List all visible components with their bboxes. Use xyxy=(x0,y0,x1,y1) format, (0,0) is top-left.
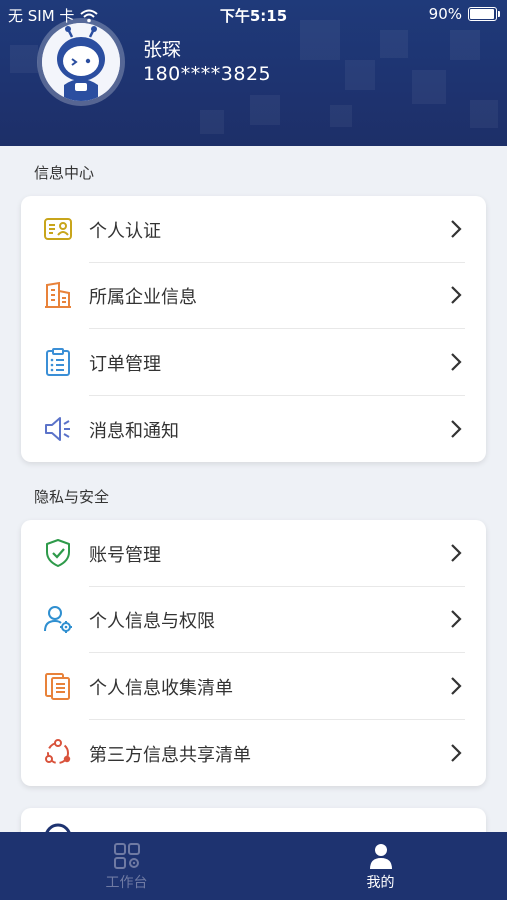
menu-item-personal-auth[interactable]: 个人认证 xyxy=(21,196,486,262)
menu-item-label: 个人信息收集清单 xyxy=(89,678,233,699)
menu-item-label: 所属企业信息 xyxy=(89,287,197,308)
chevron-right-icon xyxy=(451,744,462,762)
shield-check-icon xyxy=(46,539,70,567)
building-icon xyxy=(45,281,71,308)
profile-header: 无 SIM 卡 下午5:15 90% 张琛 180****3825 xyxy=(0,0,507,146)
user-settings-icon xyxy=(44,606,72,633)
battery-percent: 90% xyxy=(428,5,462,23)
id-card-icon xyxy=(44,218,72,240)
menu-item-label: 第三方信息共享清单 xyxy=(89,745,251,766)
menu-item-label: 账号管理 xyxy=(89,545,161,566)
menu-item-company-info[interactable]: 所属企业信息 xyxy=(21,262,486,328)
menu-item-info-collection-list[interactable]: 个人信息收集清单 xyxy=(21,653,486,719)
menu-item-messages-notifications[interactable]: 消息和通知 xyxy=(21,396,486,462)
section-title-info-center: 信息中心 xyxy=(34,164,95,182)
menu-item-account-management[interactable]: 账号管理 xyxy=(21,520,486,586)
menu-item-label: 消息和通知 xyxy=(89,421,179,442)
tab-mine[interactable]: 我的 xyxy=(254,832,507,900)
info-center-card: 个人认证 所属企业信息 订单管理 消息和通知 xyxy=(21,196,486,462)
share-network-icon xyxy=(45,739,71,764)
menu-item-third-party-sharing-list[interactable]: 第三方信息共享清单 xyxy=(21,720,486,786)
chevron-right-icon xyxy=(451,610,462,628)
clipboard-list-icon xyxy=(46,348,70,376)
chevron-right-icon xyxy=(451,220,462,238)
avatar[interactable] xyxy=(42,23,120,101)
menu-item-personal-info-permissions[interactable]: 个人信息与权限 xyxy=(21,586,486,652)
tab-bar: 工作台 我的 xyxy=(0,832,507,900)
privacy-security-card: 账号管理 个人信息与权限 个人信息收集清单 第三方信息共享清单 xyxy=(21,520,486,786)
grid-settings-icon xyxy=(114,843,140,869)
battery-icon xyxy=(468,7,500,21)
documents-icon xyxy=(45,673,70,700)
menu-item-order-management[interactable]: 订单管理 xyxy=(21,329,486,395)
chevron-right-icon xyxy=(451,544,462,562)
user-icon xyxy=(370,844,392,869)
megaphone-icon xyxy=(45,417,70,441)
section-title-privacy-security: 隐私与安全 xyxy=(34,488,110,506)
robot-avatar-icon xyxy=(42,23,120,101)
chevron-right-icon xyxy=(451,677,462,695)
menu-item-label: 个人认证 xyxy=(89,221,161,242)
user-phone: 180****3825 xyxy=(143,63,272,85)
chevron-right-icon xyxy=(451,353,462,371)
user-name: 张琛 xyxy=(143,39,182,61)
chevron-right-icon xyxy=(451,286,462,304)
tab-workbench[interactable]: 工作台 xyxy=(0,832,253,900)
chevron-right-icon xyxy=(451,420,462,438)
menu-item-label: 订单管理 xyxy=(89,354,161,375)
tab-label: 我的 xyxy=(366,875,395,891)
tab-label: 工作台 xyxy=(105,875,148,891)
menu-item-label: 个人信息与权限 xyxy=(89,611,215,632)
